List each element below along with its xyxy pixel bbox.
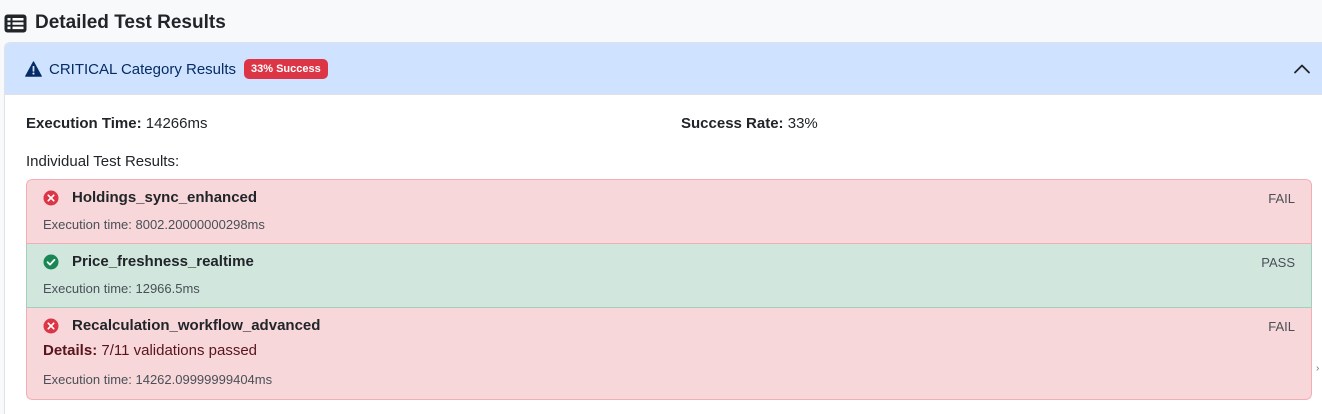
page-title: Detailed Test Results — [35, 12, 226, 33]
success-rate-value: 33% — [787, 115, 818, 132]
success-rate-summary: Success Rate: 33% — [681, 115, 818, 132]
success-rate-label: Success Rate: — [681, 115, 784, 132]
category-accordion: CRITICAL Category Results 33% Success Ex… — [4, 42, 1322, 414]
test-execution-time: Execution time: 8002.20000000298ms — [43, 217, 265, 232]
warning-triangle-icon — [25, 61, 42, 77]
individual-results-heading: Individual Test Results: — [26, 153, 180, 170]
scroll-arrow-icon[interactable]: › — [1316, 360, 1322, 378]
check-circle-icon — [43, 254, 59, 270]
test-execution-time: Execution time: 14262.09999999404ms — [43, 372, 273, 387]
test-result-row: Price_freshness_realtime PASS Execution … — [26, 244, 1312, 308]
chevron-up-icon[interactable] — [1292, 59, 1312, 79]
test-status: FAIL — [1268, 191, 1295, 206]
test-result-row: Holdings_sync_enhanced FAIL Execution ti… — [26, 179, 1312, 244]
execution-time-value: 14266ms — [145, 115, 208, 132]
execution-time-summary: Execution Time: 14266ms — [26, 115, 207, 132]
test-status: FAIL — [1268, 319, 1295, 334]
test-result-row: Recalculation_workflow_advanced FAIL Det… — [26, 308, 1312, 400]
test-name: Price_freshness_realtime — [72, 253, 254, 270]
section-header: Detailed Test Results — [4, 10, 226, 36]
test-name: Recalculation_workflow_advanced — [72, 317, 321, 334]
category-title: CRITICAL Category Results — [49, 60, 237, 78]
test-results-list: Holdings_sync_enhanced FAIL Execution ti… — [26, 179, 1312, 400]
execution-time-label: Execution Time: — [26, 115, 142, 132]
test-name: Holdings_sync_enhanced — [72, 189, 258, 206]
test-execution-time: Execution time: 12966.5ms — [43, 281, 200, 296]
list-icon — [4, 14, 27, 32]
test-status: PASS — [1261, 255, 1295, 270]
details-label: Details: — [43, 342, 98, 359]
test-details: Details: 7/11 validations passed — [43, 342, 257, 359]
x-circle-icon — [43, 318, 59, 334]
success-badge: 33% Success — [244, 59, 328, 79]
x-circle-icon — [43, 190, 59, 206]
accordion-header-critical[interactable]: CRITICAL Category Results 33% Success — [5, 43, 1322, 95]
details-value: 7/11 validations passed — [101, 342, 258, 359]
